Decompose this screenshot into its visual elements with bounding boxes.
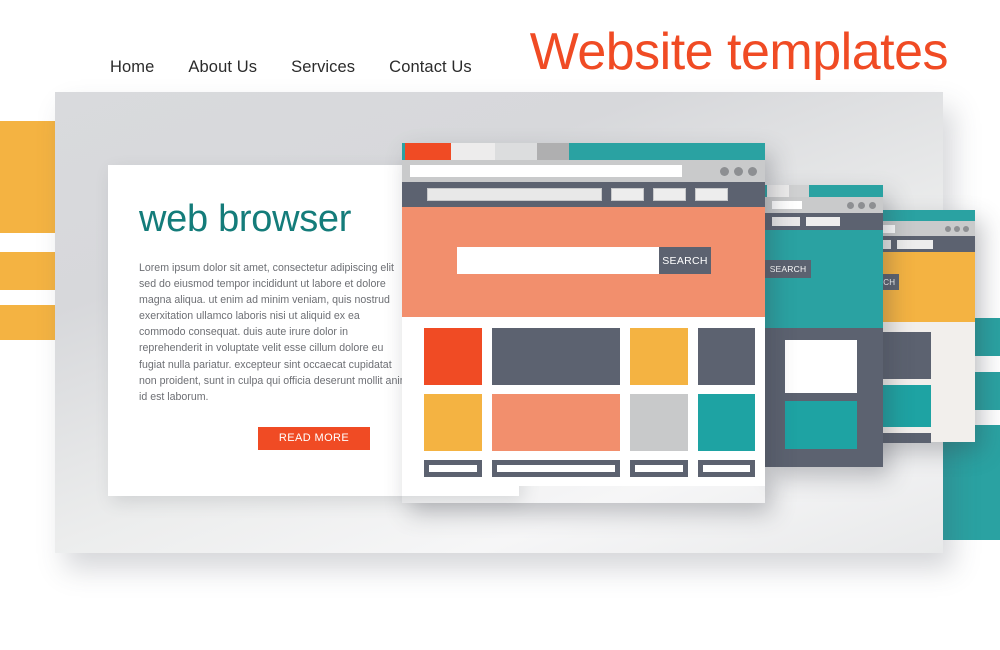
browser-tab-2[interactable] [789,185,809,197]
nav-field-middle[interactable] [772,217,800,226]
window-controls-front[interactable] [720,166,757,176]
content-caption-bar-1 [785,454,857,463]
decor-bar-left-2 [0,252,55,290]
browser-tab-4[interactable] [537,143,569,160]
window-dot-icon[interactable] [748,166,757,176]
content-tile-8[interactable] [698,394,755,451]
content-caption-bar-2 [492,460,620,477]
browser-tab-strip-middle[interactable] [765,185,883,197]
browser-window-middle[interactable]: SEARCH [717,185,883,467]
search-button-middle[interactable]: SEARCH [765,260,811,278]
content-tile-2[interactable] [492,328,620,385]
decor-bar-right-3 [942,425,1000,540]
window-controls-back[interactable] [945,225,969,232]
window-dot-icon[interactable] [869,201,876,209]
article-body: Lorem ipsum dolor sit amet, consectetur … [139,262,409,403]
window-dot-icon[interactable] [720,166,729,176]
window-dot-icon[interactable] [963,225,969,232]
caption-bar-fill [635,465,683,472]
browser-tab-3[interactable] [495,143,537,160]
content-tile-3[interactable] [630,328,688,385]
top-navigation[interactable]: Home About Us Services Contact Us [110,58,472,77]
nav-item-services[interactable]: Services [291,58,355,77]
window-dot-icon[interactable] [858,201,865,209]
content-tile-1[interactable] [785,340,857,393]
nav-button-front-3[interactable] [695,188,728,201]
content-tile-7[interactable] [630,394,688,451]
caption-bar-fill [497,465,615,472]
content-grid-front [402,317,765,486]
content-tile-1[interactable] [879,332,931,379]
window-dot-icon[interactable] [734,166,743,176]
content-caption-bar-1 [879,433,931,443]
search-input-front[interactable] [457,247,659,274]
nav-item-contact-us[interactable]: Contact Us [389,58,472,77]
browser-address-bar-middle[interactable] [765,197,883,213]
content-tile-2[interactable] [879,385,931,427]
address-input-front[interactable] [410,165,682,177]
nav-button-middle[interactable] [806,217,840,226]
content-caption-bar-3 [630,460,688,477]
browser-nav-bar-middle[interactable] [765,213,883,230]
window-dot-icon[interactable] [945,225,951,232]
hero-section-front: SEARCH [402,207,765,317]
page-title: Website templates [529,23,949,81]
nav-item-about-us[interactable]: About Us [188,58,257,77]
browser-tab-1[interactable] [767,185,789,197]
nav-button-front-2[interactable] [653,188,686,201]
caption-bar-fill [703,465,750,472]
content-tile-5[interactable] [424,394,482,451]
nav-field-front[interactable] [427,188,602,201]
poster-canvas: Home About Us Services Contact Us Websit… [0,0,1000,650]
content-caption-bar-1 [424,460,482,477]
window-controls-middle[interactable] [847,201,876,209]
browser-tab-2[interactable] [451,143,495,160]
window-dot-icon[interactable] [954,225,960,232]
content-tile-6[interactable] [492,394,620,451]
content-grid-middle [765,328,883,467]
browser-tab-strip-front[interactable] [402,143,765,160]
nav-item-home[interactable]: Home [110,58,154,77]
content-tile-2[interactable] [785,401,857,449]
browser-window-front[interactable]: SEARCH [402,143,765,503]
decor-bar-left-1 [0,121,55,233]
address-input-middle[interactable] [772,201,802,209]
decor-bar-left-3 [0,305,55,340]
window-dot-icon[interactable] [847,201,854,209]
content-caption-bar-4 [698,460,755,477]
caption-bar-fill [429,465,477,472]
read-more-button[interactable]: READ MORE [258,426,370,450]
nav-button-back[interactable] [897,239,933,249]
browser-address-bar-front[interactable] [402,160,765,182]
hero-section-middle: SEARCH [717,230,883,328]
content-tile-1[interactable] [424,328,482,385]
content-tile-4[interactable] [698,328,755,385]
browser-tab-1[interactable] [405,143,451,160]
browser-nav-bar-front[interactable] [402,182,765,207]
nav-button-front-1[interactable] [611,188,644,201]
search-button-front[interactable]: SEARCH [659,247,711,274]
